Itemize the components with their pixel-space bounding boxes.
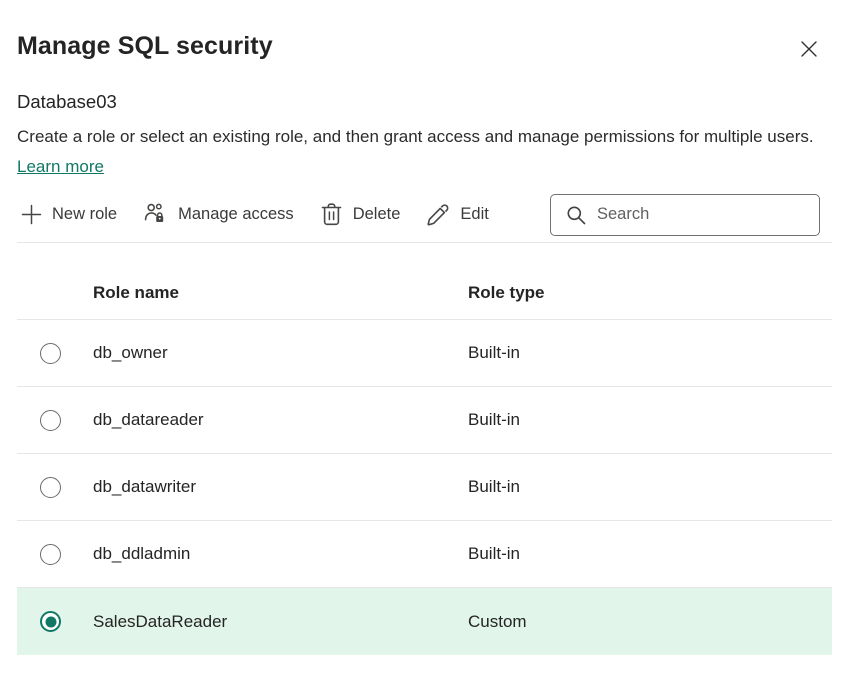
new-role-button[interactable]: New role	[17, 198, 121, 231]
role-type: Built-in	[468, 544, 832, 564]
role-name: db_owner	[93, 343, 468, 363]
search-input[interactable]	[597, 205, 817, 224]
close-icon	[800, 40, 818, 58]
page-title: Manage SQL security	[17, 32, 273, 61]
toolbar: New role Manage access	[17, 193, 832, 236]
dialog-header: Manage SQL security	[17, 32, 832, 64]
role-name: db_datawriter	[93, 477, 468, 497]
close-button[interactable]	[794, 34, 824, 64]
learn-more-link[interactable]: Learn more	[17, 157, 104, 176]
pencil-icon	[426, 203, 450, 227]
search-icon	[565, 204, 587, 226]
manage-access-label: Manage access	[178, 205, 294, 224]
role-name: SalesDataReader	[93, 612, 468, 632]
radio-button[interactable]	[40, 477, 61, 498]
roles-table: Role name Role type db_owner Built-in db…	[17, 243, 832, 655]
trash-icon	[320, 202, 343, 227]
table-row-db-datawriter[interactable]: db_datawriter Built-in	[17, 454, 832, 521]
edit-label: Edit	[460, 205, 488, 224]
plus-icon	[21, 204, 42, 225]
manage-access-button[interactable]: Manage access	[139, 196, 298, 233]
radio-button-selected[interactable]	[40, 611, 61, 632]
database-name: Database03	[17, 91, 832, 113]
column-header-role-type: Role type	[468, 283, 832, 303]
new-role-label: New role	[52, 205, 117, 224]
edit-button[interactable]: Edit	[422, 197, 492, 233]
table-row-db-owner[interactable]: db_owner Built-in	[17, 320, 832, 387]
radio-cell	[17, 611, 93, 632]
delete-button[interactable]: Delete	[316, 196, 405, 233]
role-type: Built-in	[468, 343, 832, 363]
delete-label: Delete	[353, 205, 401, 224]
role-name: db_ddladmin	[93, 544, 468, 564]
role-type: Built-in	[468, 477, 832, 497]
radio-cell	[17, 477, 93, 498]
role-type: Custom	[468, 612, 832, 632]
radio-cell	[17, 343, 93, 364]
radio-button[interactable]	[40, 544, 61, 565]
manage-sql-security-dialog: Manage SQL security Database03 Create a …	[0, 32, 849, 655]
column-header-role-name: Role name	[93, 283, 468, 303]
person-lock-icon	[143, 202, 168, 227]
radio-cell	[17, 544, 93, 565]
role-name: db_datareader	[93, 410, 468, 430]
table-header-row: Role name Role type	[17, 243, 832, 320]
table-row-db-ddladmin[interactable]: db_ddladmin Built-in	[17, 521, 832, 588]
radio-cell	[17, 410, 93, 431]
dialog-description: Create a role or select an existing role…	[17, 122, 832, 182]
role-type: Built-in	[468, 410, 832, 430]
search-box	[550, 194, 820, 236]
table-row-db-datareader[interactable]: db_datareader Built-in	[17, 387, 832, 454]
radio-button[interactable]	[40, 410, 61, 431]
radio-button[interactable]	[40, 343, 61, 364]
table-row-salesdatareader[interactable]: SalesDataReader Custom	[17, 588, 832, 655]
description-text: Create a role or select an existing role…	[17, 127, 814, 146]
